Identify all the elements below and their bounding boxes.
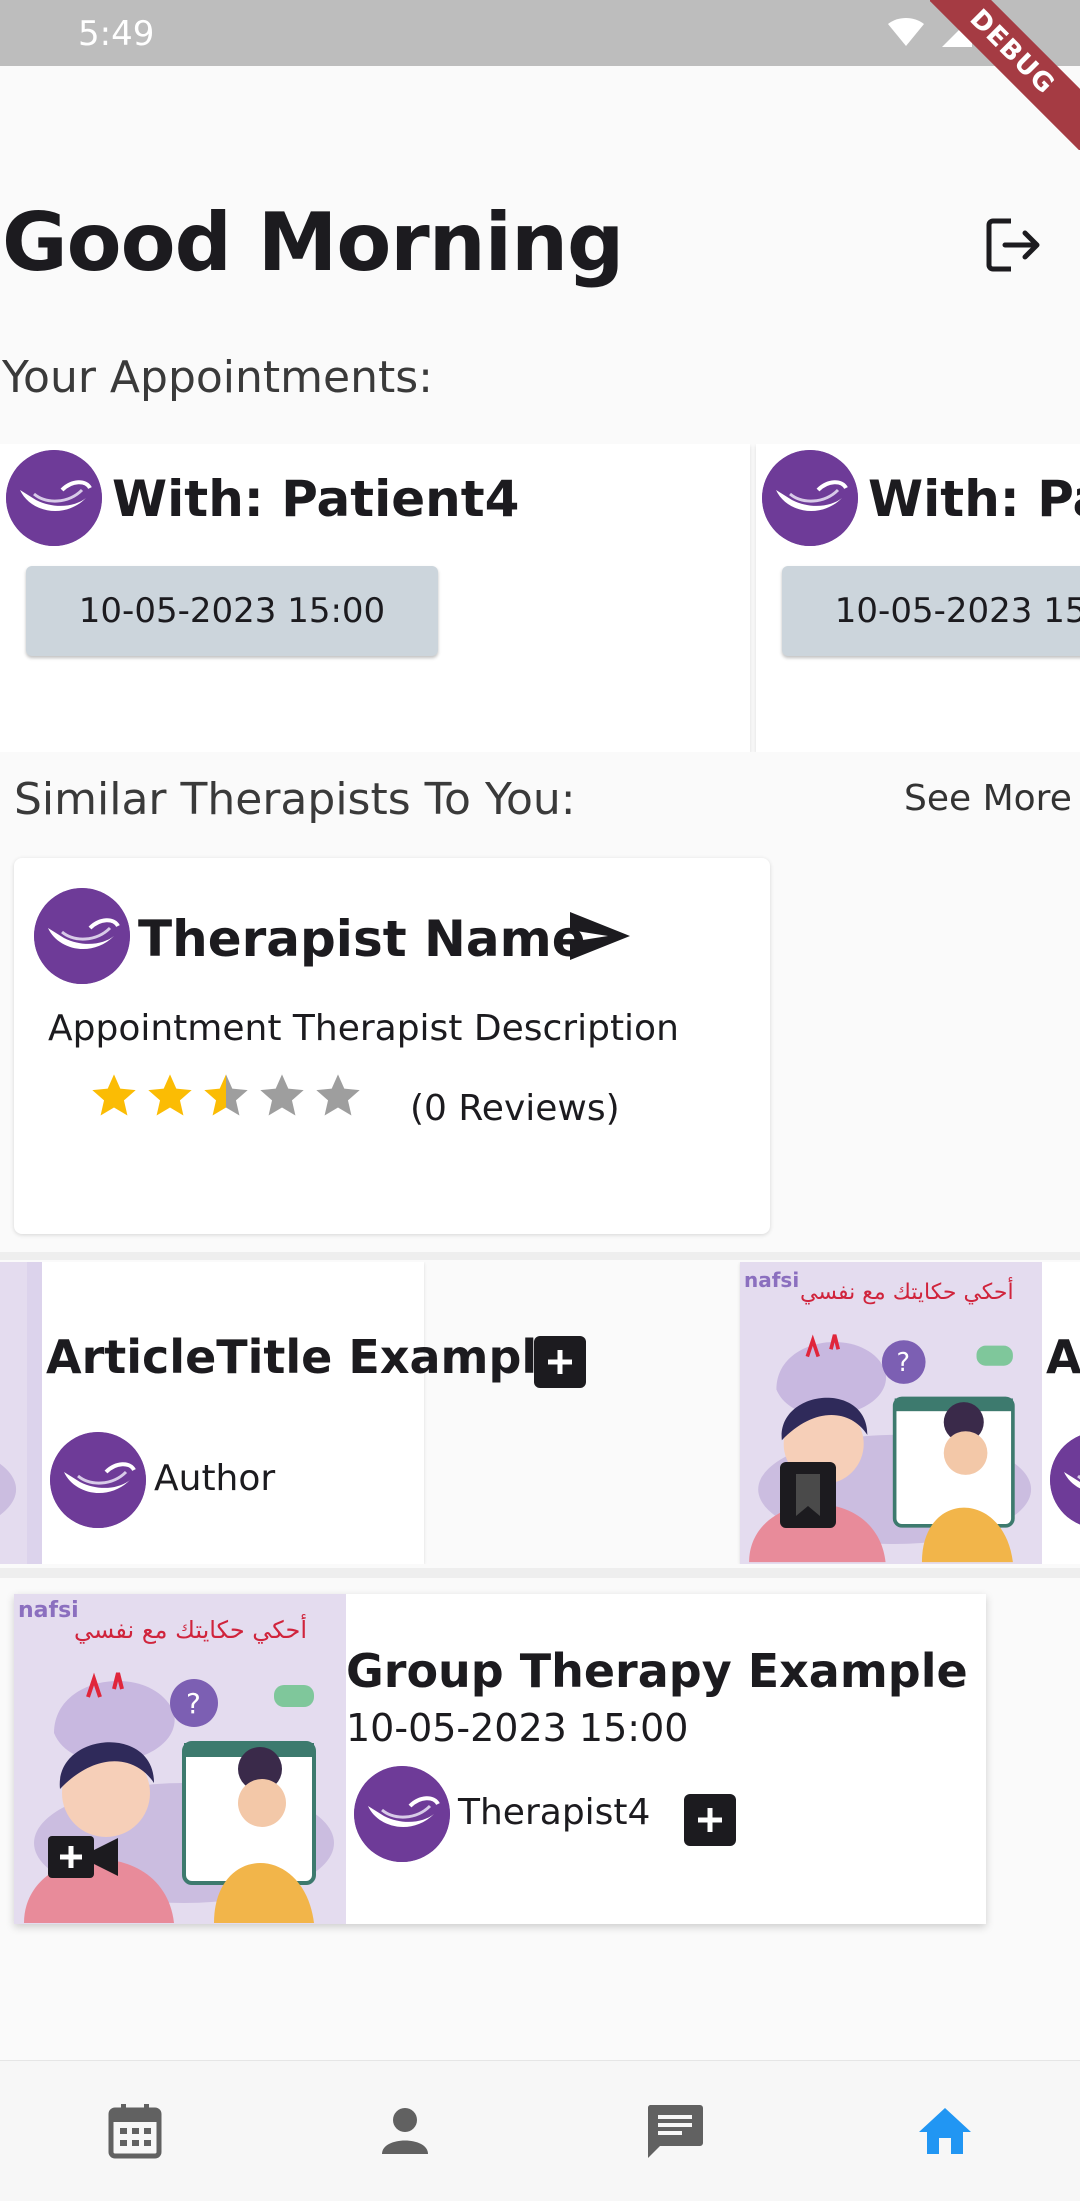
section-divider [0,1568,1080,1578]
star-empty-icon [316,1074,360,1116]
video-add-icon [48,1836,118,1878]
article-thumbnail: أحكي حكايتك مع نفسي nafsi [740,1262,1042,1564]
join-group-button[interactable] [684,1794,736,1846]
send-message-button[interactable] [568,910,638,970]
logout-button[interactable] [980,210,1050,280]
add-article-button[interactable] [534,1336,586,1388]
therapist-card[interactable]: Therapist Name Appointment Therapist Des… [14,858,770,1234]
thumb-logo: nafsi [744,1268,800,1292]
avatar [354,1766,450,1862]
star-icon [92,1074,136,1116]
wifi-icon [888,18,924,46]
therapist-review-count: (0 Reviews) [410,1088,620,1129]
thumb-arabic-caption: أحكي حكايتك مع نفسي [74,1616,308,1644]
avatar [50,1432,146,1528]
chat-icon [647,2105,703,2158]
appointment-card[interactable]: With: Patient4 10-05-2023 15:00 [0,444,750,752]
appointment-card[interactable]: With: Patient4 10-05-2023 15:00 [756,444,1080,752]
group-therapy-title: Group Therapy Example [346,1644,968,1698]
group-therapy-thumbnail: أحكي حكايتك مع نفسي nafsi [14,1594,346,1924]
bookmark-button[interactable] [780,1462,836,1528]
calendar-icon [108,2104,162,2159]
nav-profile[interactable] [365,2091,445,2171]
avatar [34,888,130,984]
article-author: Author [154,1458,276,1499]
star-icon [148,1074,192,1116]
nav-chat[interactable] [635,2091,715,2171]
person-icon [382,2108,428,2154]
avatar [1050,1432,1080,1528]
logout-icon [986,218,1040,272]
video-call-button[interactable] [48,1834,118,1884]
appointment-date-chip[interactable]: 10-05-2023 15:00 [782,566,1080,656]
bottom-navigation [0,2060,1080,2201]
see-more-link[interactable]: See More [904,778,1072,819]
status-bar: 5:49 [0,0,1080,66]
article-card[interactable]: ArticleTitle Example Author [0,1262,586,1564]
group-therapy-card[interactable]: أحكي حكايتك مع نفسي nafsi Group Therapy … [14,1594,986,1924]
bookmark-icon [796,1474,820,1516]
appointment-title: With: Patient4 [868,470,1080,528]
home-icon [919,2108,971,2154]
group-therapy-date: 10-05-2023 15:00 [346,1706,689,1750]
avatar [6,450,102,546]
send-icon [570,912,630,960]
nav-home[interactable] [905,2091,985,2171]
articles-carousel[interactable]: ArticleTitle Example Author أحكي حكايتك … [0,1262,1080,1564]
appointments-heading: Your Appointments: [2,352,433,403]
section-divider [0,1252,1080,1260]
appointment-title: With: Patient4 [112,470,520,528]
debug-ribbon: DEBUG [930,0,1080,150]
group-therapist-name: Therapist4 [458,1792,651,1833]
plus-icon [698,1808,722,1832]
article-thumbnail [0,1262,42,1564]
thumb-logo: nafsi [18,1598,79,1623]
plus-icon [548,1350,572,1374]
nav-appointments[interactable] [95,2091,175,2171]
star-half-icon [204,1074,248,1116]
therapists-heading: Similar Therapists To You: [14,774,576,825]
therapist-name: Therapist Name [138,910,586,968]
article-title: ArticleTitle Example [46,1330,569,1384]
rating-stars [88,1070,364,1122]
article-card[interactable]: أحكي حكايتك مع نفسي nafsi ArticleTitle E… [740,1262,1080,1564]
appointment-date-chip[interactable]: 10-05-2023 15:00 [26,566,438,656]
star-empty-icon [260,1074,304,1116]
therapist-description: Appointment Therapist Description [48,1008,679,1049]
page-title: Good Morning [2,196,624,289]
status-time: 5:49 [78,14,155,54]
avatar [762,450,858,546]
article-title: ArticleTitle Example [1046,1330,1080,1384]
thumb-arabic-caption: أحكي حكايتك مع نفسي [800,1280,1014,1305]
appointments-carousel[interactable]: With: Patient4 10-05-2023 15:00 With: Pa… [0,444,1080,752]
